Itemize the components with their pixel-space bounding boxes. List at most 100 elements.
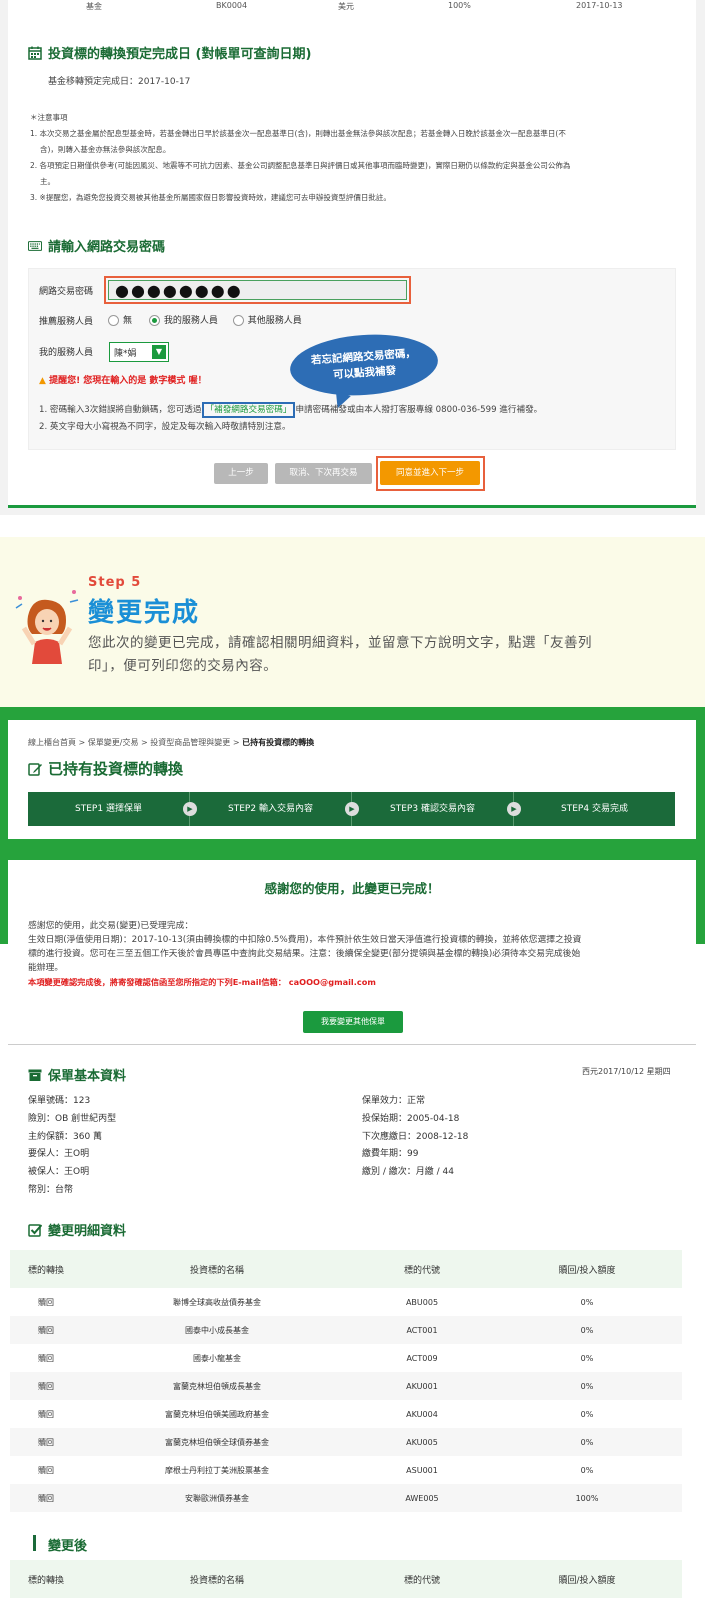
referral-label: 推薦服務人員 [39,317,94,327]
notes-block: ＊注意事項 1. 本次交易之基金屬於配息型基金時，若基金轉出日早於該基金次一配息… [30,110,670,206]
tip-2: 2. 英文字母大小寫視為不同字，設定及每次輸入時敬請特別注意。 [39,422,291,432]
col-header: 贖回/投入額度 [492,1250,682,1288]
play-icon: ▶ [183,802,197,816]
policy-type: 險別：OB 創世紀丙型 [28,1113,117,1124]
previous-table-row: 基金 BK0004 美元 100% 2017-10-13 [8,0,696,16]
after-table-header: 標的轉換 投資標的名稱 標的代號 贖回/投入額度 [10,1560,682,1598]
chevron-down-icon: ▼ [152,345,166,359]
cell: ACT009 [406,1353,438,1363]
cell: 贖回 [10,1316,82,1344]
policy-amount: 主約保額：360 萬 [28,1131,103,1142]
password-input[interactable]: ●●●●●●●● [108,280,407,300]
step-2: STEP2 輸入交易內容 ▶ [190,792,359,826]
policy-insured: 被保人：王O明 [28,1167,90,1178]
col-header: 標的代號 [403,1575,440,1586]
policy-currency: 幣別：台幣 [28,1184,74,1195]
table-row: 贖回 摩根士丹利拉丁美洲股票基金 ASU001 0% [10,1456,682,1484]
breadcrumb-policy[interactable]: 保單變更/交易 [88,738,139,747]
policy-left-info: 保單號碼：123 險別：OB 創世紀丙型 主約保額：360 萬 要保人：王O明 … [28,1093,116,1200]
schedule-date: 基金移轉預定完成日：2017-10-17 [48,77,191,87]
cell: 基金 [86,2,102,11]
cell: AKU001 [352,1372,492,1400]
cell: 美元 [338,2,354,11]
email-notice: 本項變更確認完成後，將寄發確認信函至您所指定的下列E-mail信箱： caOOO… [28,977,376,987]
cell: 安聯歐洲債券基金 [82,1484,352,1512]
step-2-label: STEP2 輸入交易內容 [228,804,313,814]
radio-none[interactable] [108,315,119,326]
policy-status: 保單效力：正常 [362,1096,426,1106]
table-row: 贖回 安聯歐洲債券基金 AWE005 100% [10,1484,682,1512]
agent-select[interactable]: 陳*娟 ▼ [109,342,169,362]
change-other-policy-button[interactable]: 我要變更其他保單 [303,1011,403,1033]
col-header: 贖回/投入額度 [558,1575,616,1586]
page-title: 已持有投資標的轉換 [28,758,183,779]
detail-table-wrap: 標的轉換 投資標的名稱 標的代號 贖回/投入額度 贖回 聯博全球高收益債券基金 AB… [10,1250,682,1512]
archive-icon [28,1069,42,1081]
schedule-title: 投資標的轉換預定完成日 (對帳單可查詢日期) [48,47,312,62]
table-row: 贖回 國泰小龍基金 ACT009 0% [10,1344,682,1372]
cell: 0% [580,1353,594,1363]
cell: 國泰小龍基金 [193,1353,241,1363]
step-description: 您此次的變更已完成，請確認相關明細資料，並留意下方說明文字，點選「友善列 印」，… [88,632,688,678]
password-label: 網路交易密碼 [39,287,94,297]
policy-pay-freq: 繳別 / 繳次：月繳 / 44 [362,1167,454,1178]
warning-icon: ▲ [39,376,46,386]
step-label: Step 5 [88,575,142,590]
agree-next-button[interactable]: 同意並進入下一步 [380,461,480,485]
numeric-mode-warning: ▲ 提醒您! 您現在輸入的是 數字模式 喔！ [39,373,207,386]
section-marker [33,1535,36,1551]
warning-text: 提醒您! 您現在輸入的是 數字模式 喔！ [49,376,207,386]
cell: 0% [492,1372,682,1400]
tip-1-text: 1. 密碼輸入3次錯誤將自動鎖碼，您可透過 [39,405,202,415]
policy-pay-years: 繳費年期：99 [362,1149,419,1160]
cell: 贖回 [38,1353,54,1363]
policy-number: 保單號碼：123 [28,1096,91,1106]
keyboard-icon [28,240,42,251]
step-progress: STEP1 選擇保單 ▶ STEP2 輸入交易內容 ▶ STEP3 確認交易內容 ▶ … [28,792,675,826]
password-heading: 請輸入網路交易密碼 [28,236,165,255]
prev-step-button[interactable]: 上一步 [214,463,268,484]
policy-next-due: 下次應繳日：2008-12-18 [362,1131,469,1142]
cell: 贖回 [10,1484,82,1512]
cell: ACT001 [352,1316,492,1344]
cell: 富蘭克林坦伯頓成長基金 [82,1372,352,1400]
radio-other-agent[interactable] [232,315,244,326]
col-header: 標的轉換 [10,1250,82,1288]
step-3: STEP3 確認交易內容 ▶ [352,792,521,826]
radio-none-label: 無 [123,316,133,326]
detail-table-header: 標的轉換 投資標的名稱 標的代號 贖回/投入額度 [10,1250,682,1288]
table-row: 贖回 富蘭克林坦伯頓全球債券基金 AKU005 0% [10,1428,682,1456]
breadcrumb-home[interactable]: 線上櫃台首頁 [28,738,76,747]
breadcrumb-investment[interactable]: 投資型商品管理與變更 [150,738,230,747]
col-header: 標的代號 [352,1250,492,1288]
cell: 0% [492,1428,682,1456]
cell: 2017-10-13 [576,1,623,10]
cell: 贖回 [38,1297,54,1307]
detail-title: 變更明細資料 [48,1224,127,1239]
cell: 聯博全球高收益債券基金 [173,1297,261,1307]
radio-my-agent[interactable] [148,315,160,326]
step-3-label: STEP3 確認交易內容 [390,804,475,814]
col-header: 標的轉換 [27,1575,64,1586]
policy-right-info: 保單效力：正常 投保始期：2005-04-18 下次應繳日：2008-12-18… [362,1093,468,1182]
cell: ABU005 [405,1297,439,1307]
breadcrumb-sep: > [141,738,148,747]
resend-password-link[interactable]: 「補發網路交易密碼」 [201,402,296,418]
policy-title: 保單基本資料 [48,1069,127,1084]
cell: BK0004 [216,1,248,10]
woman-illustration [12,586,82,664]
cell: 100% [492,1484,682,1512]
edit-icon [28,762,42,776]
step-4-label: STEP4 交易完成 [561,804,628,814]
today-date: 西元2017/10/12 星期四 [582,1067,671,1076]
policy-heading: 保單基本資料 [28,1065,126,1084]
cell: 贖回 [10,1428,82,1456]
breadcrumb-sep: > [78,738,86,747]
table-row: 贖回 富蘭克林坦伯頓美國政府基金 AKU004 0% [10,1400,682,1428]
detail-table: 標的轉換 投資標的名稱 標的代號 贖回/投入額度 贖回 聯博全球高收益債券基金 AB… [10,1250,682,1512]
cell: 0% [580,1409,594,1419]
col-header: 投資標的名稱 [82,1250,352,1288]
cancel-button[interactable]: 取消、下次再交易 [275,463,372,484]
schedule-heading: 投資標的轉換預定完成日 (對帳單可查詢日期) [28,43,311,62]
password-tips: 1. 密碼輸入3次錯誤將自動鎖碼，您可透過 「補發網路交易密碼」 申請密碼補發或由本… [39,402,669,436]
